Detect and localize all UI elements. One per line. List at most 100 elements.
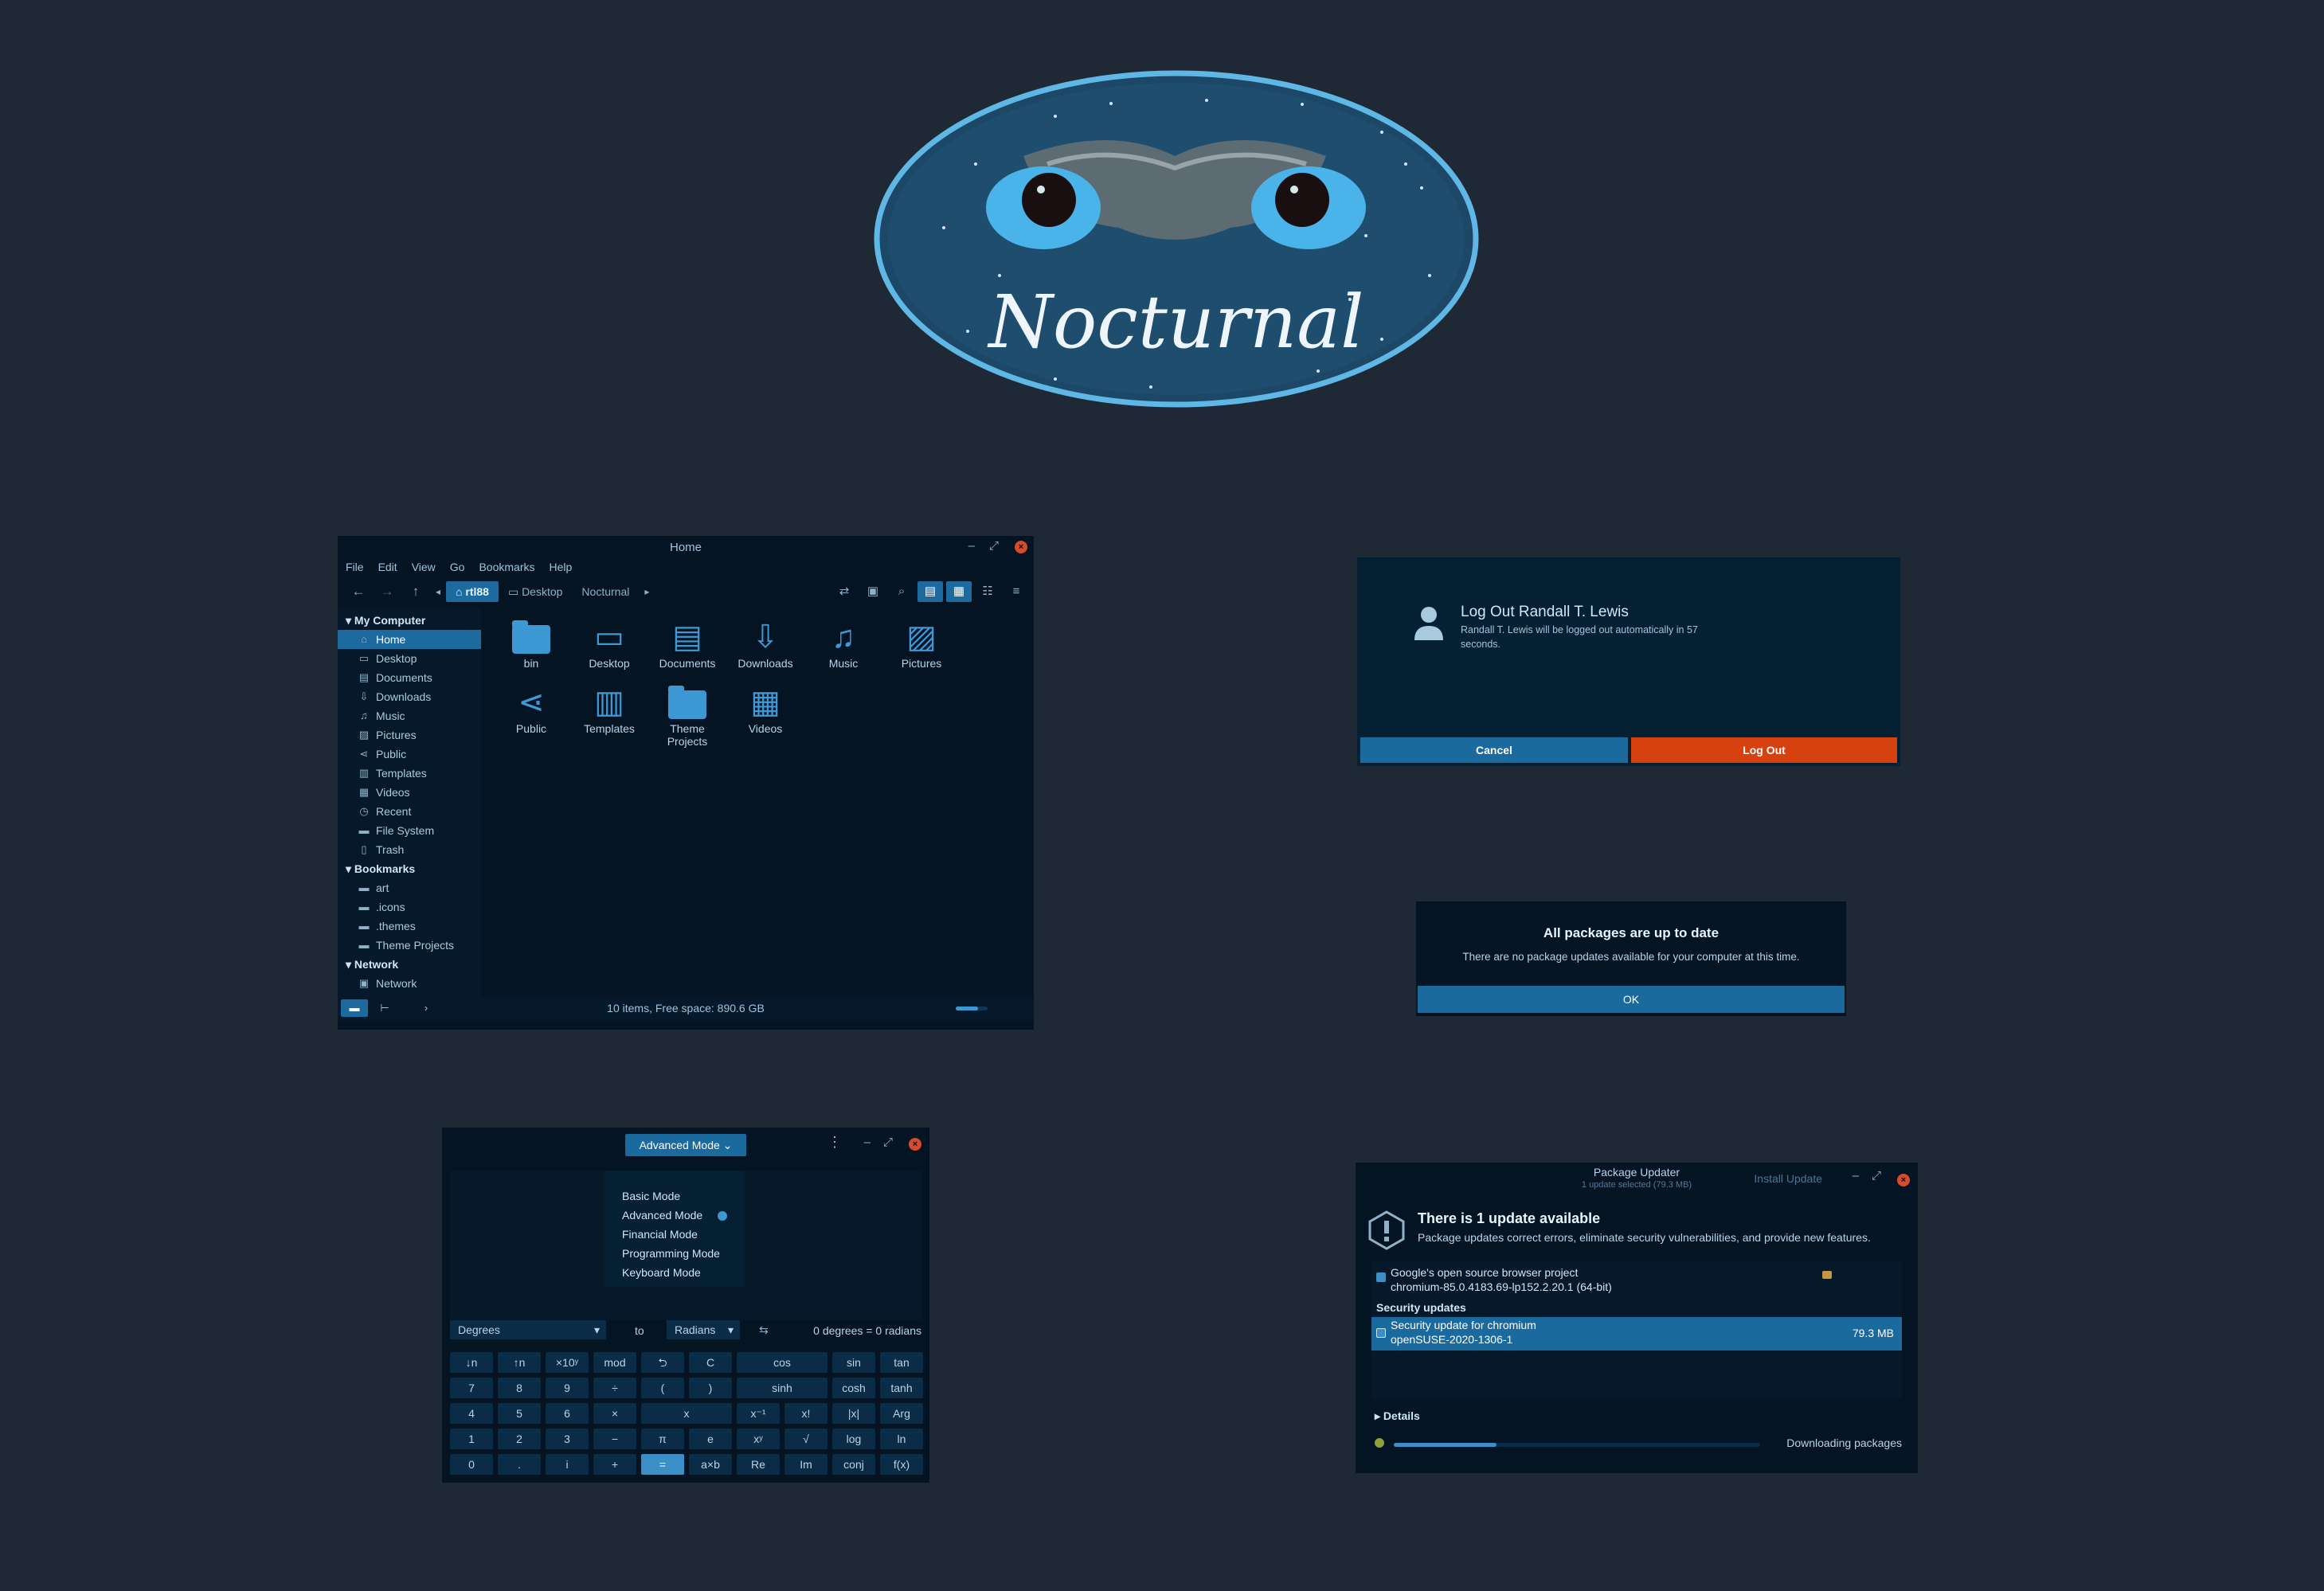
key[interactable]: conj (832, 1454, 875, 1475)
menu-go[interactable]: Go (450, 561, 465, 573)
mode-financial[interactable]: Financial Mode (604, 1225, 745, 1244)
checkbox[interactable] (1376, 1328, 1386, 1338)
key[interactable]: f(x) (880, 1454, 923, 1475)
maximize-icon[interactable]: ⤢ (1872, 1169, 1881, 1182)
close-icon[interactable]: × (909, 1138, 921, 1151)
key[interactable]: sinh (737, 1378, 827, 1398)
key[interactable]: 7 (450, 1378, 493, 1398)
search-icon[interactable]: ⌕ (889, 581, 914, 602)
minimize-icon[interactable]: – (1853, 1169, 1859, 1182)
sidebar-item-pictures[interactable]: ▨ Pictures (338, 725, 481, 745)
maximize-icon[interactable]: ⤢ (883, 1136, 893, 1149)
sidebar-item-network[interactable]: ▣ Network (338, 974, 481, 993)
preview-icon[interactable]: ▤ (917, 581, 943, 602)
sidebar-item-documents[interactable]: ▤ Documents (338, 668, 481, 687)
key[interactable]: 0 (450, 1454, 493, 1475)
key[interactable]: 1 (450, 1429, 493, 1449)
sidebar-item-theme-projects[interactable]: ▬ Theme Projects (338, 936, 481, 955)
close-icon[interactable]: × (1897, 1174, 1910, 1186)
key[interactable]: C (689, 1352, 732, 1373)
sidebar-item-downloads[interactable]: ⇩ Downloads (338, 687, 481, 706)
icon-view-icon[interactable]: ▦ (946, 581, 972, 602)
key[interactable]: x⁻¹ (737, 1403, 780, 1424)
sidebar-item-videos[interactable]: ▦ Videos (338, 783, 481, 802)
key[interactable]: a×b (689, 1454, 732, 1475)
crumb-home[interactable]: ⌂ rtl88 (446, 581, 499, 602)
equals-key[interactable]: = (641, 1454, 684, 1475)
key[interactable]: + (593, 1454, 636, 1475)
key[interactable]: xʸ (737, 1429, 780, 1449)
key[interactable]: cosh (832, 1378, 875, 1398)
mode-selector-button[interactable]: Advanced Mode ⌄ (625, 1134, 746, 1156)
sidebar-item-recent[interactable]: ◷ Recent (338, 802, 481, 821)
file-item[interactable]: ▨ Pictures (882, 617, 961, 682)
key[interactable]: i (546, 1454, 589, 1475)
key[interactable]: 2 (498, 1429, 541, 1449)
key[interactable]: ÷ (593, 1378, 636, 1398)
key[interactable]: 3 (546, 1429, 589, 1449)
logout-button[interactable]: Log Out (1631, 737, 1897, 763)
sidebar-heading[interactable]: ▾ My Computer (338, 611, 481, 630)
sidebar-item-themes[interactable]: ▬ .themes (338, 917, 481, 936)
details-expander[interactable]: ▸ Details (1375, 1409, 1420, 1423)
key[interactable]: ↓n (450, 1352, 493, 1373)
checkbox[interactable] (1376, 1272, 1386, 1282)
key[interactable]: ×10ʸ (546, 1352, 589, 1373)
sidebar-heading[interactable]: ▾ Bookmarks (338, 859, 481, 878)
sidebar-item-music[interactable]: ♫ Music (338, 706, 481, 725)
file-item[interactable]: Theme Projects (648, 682, 726, 748)
cancel-button[interactable]: Cancel (1360, 737, 1628, 763)
sidebar-item-home[interactable]: ⌂ Home (338, 630, 481, 649)
file-item[interactable]: ⋖ Public (492, 682, 570, 748)
file-item[interactable]: ▦ Videos (726, 682, 804, 748)
key[interactable]: sin (832, 1352, 875, 1373)
key[interactable]: 9 (546, 1378, 589, 1398)
menu-edit[interactable]: Edit (378, 561, 397, 573)
minimize-icon[interactable]: – (864, 1136, 871, 1149)
breadcrumb-right-icon[interactable]: ▸ (639, 586, 655, 597)
key[interactable]: x (641, 1403, 732, 1424)
key[interactable]: x! (784, 1403, 827, 1424)
mode-programming[interactable]: Programming Mode (604, 1244, 745, 1263)
key[interactable]: 6 (546, 1403, 589, 1424)
list-item[interactable]: Security update for chromium openSUSE-20… (1371, 1317, 1902, 1351)
breadcrumb-left-icon[interactable]: ◂ (430, 586, 446, 597)
sidebar-item-public[interactable]: ⋖ Public (338, 745, 481, 764)
from-unit-select[interactable]: Degrees ▾ (450, 1320, 606, 1339)
minimize-icon[interactable]: – (968, 539, 975, 553)
file-item[interactable]: ▤ Documents (648, 617, 726, 682)
compact-view-icon[interactable]: ≡ (1004, 581, 1029, 602)
key[interactable]: . (498, 1454, 541, 1475)
menu-icon[interactable]: ⋮ (827, 1134, 842, 1151)
file-item[interactable]: ▭ Desktop (570, 617, 648, 682)
key[interactable]: ⮌ (641, 1352, 684, 1373)
new-folder-icon[interactable]: ▣ (860, 581, 886, 602)
sidebar-item-templates[interactable]: ▥ Templates (338, 764, 481, 783)
menu-file[interactable]: File (346, 561, 364, 573)
key[interactable]: log (832, 1429, 875, 1449)
maximize-icon[interactable]: ⤢ (989, 539, 999, 553)
ok-button[interactable]: OK (1418, 986, 1845, 1013)
key[interactable]: 8 (498, 1378, 541, 1398)
sidebar-item-art[interactable]: ▬ art (338, 878, 481, 897)
menu-view[interactable]: View (412, 561, 436, 573)
crumb-nocturnal[interactable]: Nocturnal (572, 581, 639, 602)
key[interactable]: × (593, 1403, 636, 1424)
menu-bookmarks[interactable]: Bookmarks (479, 561, 534, 573)
key[interactable]: √ (784, 1429, 827, 1449)
sidebar-item-trash[interactable]: ▯ Trash (338, 840, 481, 859)
up-icon[interactable]: ↑ (401, 584, 430, 600)
key[interactable]: |x| (832, 1403, 875, 1424)
key[interactable]: ( (641, 1378, 684, 1398)
file-item[interactable]: bin (492, 617, 570, 682)
key[interactable]: tan (880, 1352, 923, 1373)
key[interactable]: 4 (450, 1403, 493, 1424)
swap-units-icon[interactable]: ⇆ (759, 1323, 769, 1337)
close-icon[interactable]: × (1015, 541, 1027, 553)
mode-keyboard[interactable]: Keyboard Mode (604, 1263, 745, 1282)
key[interactable]: mod (593, 1352, 636, 1373)
key[interactable]: 5 (498, 1403, 541, 1424)
key[interactable]: π (641, 1429, 684, 1449)
toggle-location-icon[interactable]: ⇄ (831, 581, 857, 602)
file-item[interactable]: ⇩ Downloads (726, 617, 804, 682)
